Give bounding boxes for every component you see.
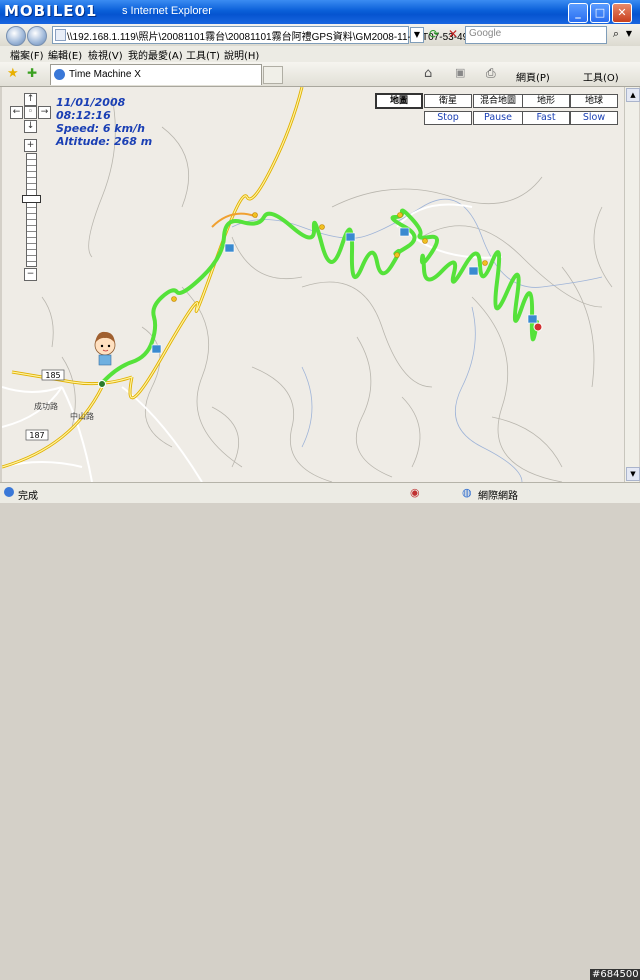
maximize-button[interactable]: □ (590, 3, 610, 23)
security-zone: 網際網路 (478, 491, 518, 502)
menu-help[interactable]: 說明(H) (224, 47, 259, 62)
map-view[interactable]: 185 187 成功路 中山路 11/01/2008 08:12:16 Spee… (2, 87, 624, 482)
pan-down-button[interactable]: ↓ (24, 120, 37, 133)
fast-button[interactable]: Fast (522, 111, 570, 125)
globe-icon: ◍ (462, 486, 472, 499)
route-187-label: 187 (25, 429, 49, 441)
route-shields (151, 227, 538, 354)
address-field[interactable]: \\192.168.1.119\照片\20081101霧台\20081101霧台… (52, 26, 479, 44)
map-type-map[interactable]: 地圖 (375, 93, 423, 109)
zoom-slider-track[interactable] (26, 153, 37, 267)
menu-bar: 檔案(F) 編輯(E) 檢視(V) 我的最愛(A) 工具(T) 說明(H) (0, 46, 640, 63)
ie-status-icon (4, 487, 14, 497)
add-favorite-icon[interactable]: ✚ (27, 66, 37, 80)
scroll-down-icon[interactable]: ▼ (626, 467, 640, 481)
map-type-hybrid[interactable]: 混合地圖 (473, 94, 523, 108)
mobile01-logo: MOBILE01 (4, 2, 98, 20)
chenggong-road-label: 成功路 (34, 401, 58, 411)
zoom-in-button[interactable]: + (24, 139, 37, 152)
person-avatar-icon (94, 331, 116, 366)
back-button[interactable] (6, 26, 26, 46)
tab-time-machine[interactable]: Time Machine X (50, 64, 262, 85)
svg-text:187: 187 (29, 431, 44, 440)
forward-button[interactable] (27, 26, 47, 46)
pause-button[interactable]: Pause (473, 111, 523, 125)
zoom-slider-thumb[interactable] (22, 195, 41, 203)
slow-button[interactable]: Slow (570, 111, 618, 125)
zhongshan-road-label: 中山路 (70, 411, 94, 421)
pan-right-button[interactable]: → (38, 106, 51, 119)
tab-label: Time Machine X (69, 69, 141, 80)
pan-left-button[interactable]: ← (10, 106, 23, 119)
search-options-icon[interactable]: ▼ (624, 27, 634, 41)
window-title: s Internet Explorer (122, 5, 212, 17)
search-placeholder: Google (469, 28, 502, 39)
pan-up-button[interactable]: ↑ (24, 93, 37, 106)
gps-date: 11/01/2008 (56, 96, 126, 109)
gps-speed: Speed: 6 km/h (56, 122, 145, 135)
favorites-star-icon[interactable]: ★ (7, 66, 19, 81)
stop-icon[interactable]: ✕ (445, 27, 461, 42)
minimize-button[interactable]: _ (568, 3, 588, 23)
terrain-lines (41, 96, 613, 482)
menu-favorites[interactable]: 我的最愛(A) (128, 47, 183, 62)
end-marker (533, 322, 543, 332)
gps-track (100, 208, 539, 385)
address-dropdown[interactable]: ▼ (410, 27, 424, 43)
map-type-earth[interactable]: 地球 (570, 94, 618, 108)
vertical-scrollbar[interactable]: ▲ ▼ (624, 87, 640, 482)
status-bar: 完成 ◉ ◍ 網際網路 #684500 (0, 482, 640, 980)
menu-file[interactable]: 檔案(F) (10, 47, 44, 62)
map-type-terrain[interactable]: 地形 (522, 94, 570, 108)
menu-view[interactable]: 檢視(V) (88, 47, 123, 62)
tab-row: ★ ✚ Time Machine X ⌂ ▣ ⎙ 網頁(P) 工具(O) (0, 62, 640, 87)
watermark: #684500 (590, 969, 640, 980)
menu-tools[interactable]: 工具(T) (186, 47, 220, 62)
print-icon[interactable]: ⎙ (486, 66, 496, 81)
new-tab-button[interactable] (263, 66, 283, 84)
home-icon[interactable]: ⌂ (424, 66, 432, 81)
map-type-satellite[interactable]: 衛星 (424, 94, 472, 108)
feeds-icon[interactable]: ▣ (455, 66, 465, 79)
minor-roads (2, 203, 503, 482)
search-icon[interactable]: ⌕ (609, 27, 623, 41)
title-bar: MOBILE01 s Internet Explorer _ □ ✕ (0, 0, 640, 24)
close-button[interactable]: ✕ (612, 3, 632, 23)
page-icon (55, 29, 66, 41)
stop-button[interactable]: Stop (424, 111, 472, 125)
tools-menu[interactable]: 工具(O) (583, 69, 619, 84)
stream-lines (231, 198, 603, 482)
svg-text:185: 185 (45, 371, 60, 380)
search-field[interactable]: Google (465, 26, 607, 44)
zoom-out-button[interactable]: − (24, 268, 37, 281)
privacy-icon[interactable]: ◉ (410, 486, 420, 499)
route-185-label: 185 (41, 369, 65, 381)
address-row: \\192.168.1.119\照片\20081101霧台\20081101霧台… (0, 24, 640, 47)
start-marker (98, 380, 106, 388)
gps-time: 08:12:16 (56, 109, 111, 122)
scroll-up-icon[interactable]: ▲ (626, 88, 640, 102)
page-menu[interactable]: 網頁(P) (516, 69, 550, 84)
pan-center-button[interactable]: ◦ (24, 106, 37, 119)
status-text: 完成 (18, 491, 38, 502)
menu-edit[interactable]: 編輯(E) (48, 47, 82, 62)
gps-altitude: Altitude: 268 m (56, 135, 153, 148)
refresh-icon[interactable]: ⟳ (426, 27, 442, 42)
ie-page-icon (54, 69, 65, 80)
